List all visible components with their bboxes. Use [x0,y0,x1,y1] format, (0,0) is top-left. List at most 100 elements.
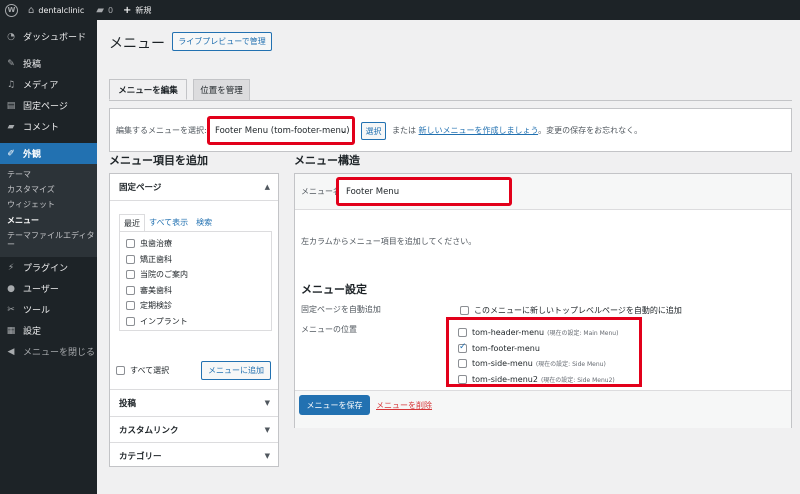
site-name-link[interactable]: ⌂ dentalclinic [28,5,84,16]
location-row-side-menu2[interactable]: tom-side-menu2 (現在の設定: Side Menu2) [458,372,639,388]
menu-structure-panel: メニュー名 Footer Menu 左カラムからメニュー項目を追加してください。… [294,173,792,428]
list-item[interactable]: 審美歯科 [126,283,271,299]
sidebar-item-comments[interactable]: ▰ コメント [0,116,97,137]
triangle-down-icon: ▼ [264,425,270,434]
new-label: 新規 [135,5,152,15]
pages-accordion-header[interactable]: 固定ページ ▲ [110,174,278,200]
location-row-side-menu[interactable]: tom-side-menu (現在の設定: Side Menu) [458,356,639,372]
chevron-down-icon: ⌄ [340,126,347,135]
sidebar-item-appearance[interactable]: ✐ 外観 [0,143,97,164]
sidebar-item-pages[interactable]: ▤ 固定ページ [0,95,97,116]
main-content: メニュー ライブプレビューで管理 メニューを編集 位置を管理 編集するメニューを… [97,20,800,494]
auto-add-label: 固定ページを自動追加 [301,305,381,314]
menu-locations-group: tom-header-menu (現在の設定: Main Menu) tom-f… [446,317,642,387]
new-content-link[interactable]: + 新規 [123,5,151,16]
subtab-search[interactable]: 検索 [192,214,216,232]
menu-select-bar: 編集するメニューを選択: Footer Menu (tom-footer-men… [109,108,792,152]
submenu-item-menus[interactable]: メニュー [0,213,97,228]
wordpress-logo-icon[interactable]: W [5,3,18,17]
menu-settings-title: メニュー設定 [301,283,367,296]
submenu-item-widgets[interactable]: ウィジェット [0,197,97,212]
sidebar-item-plugins[interactable]: ⚡ プラグイン [0,257,97,278]
list-item[interactable]: 虫歯治療 [126,236,271,252]
select-all-row[interactable]: すべて選択 [116,363,169,379]
settings-icon: ▦ [6,325,16,336]
add-items-hint: 左カラムからメニュー項目を追加してください。 [301,237,477,246]
sidebar-item-settings[interactable]: ▦ 設定 [0,320,97,341]
plus-icon: + [123,4,132,16]
create-menu-text: または 新しいメニューを作成しましょう。変更の保存をお忘れなく。 [392,126,643,135]
menu-name-label: メニュー名 [301,187,341,196]
submenu-item-customize[interactable]: カスタマイズ [0,182,97,197]
dashboard-icon: ◔ [7,31,15,42]
appearance-submenu: テーマ カスタマイズ ウィジェット メニュー テーマファイルエディター [0,164,97,258]
menu-name-input[interactable]: Footer Menu [336,177,512,206]
delete-menu-link[interactable]: メニューを削除 [376,400,432,411]
menu-structure-title: メニュー構造 [294,154,360,167]
sidebar-item-media[interactable]: ♫ メディア [0,74,97,95]
sidebar-item-posts[interactable]: ✎ 投稿 [0,53,97,74]
live-preview-button[interactable]: ライブプレビューで管理 [172,32,272,51]
location-row-footer-menu[interactable]: tom-footer-menu [458,341,639,357]
list-item[interactable]: 当院のご案内 [126,267,271,283]
admin-sidebar: ◔ ダッシュボード ✎ 投稿 ♫ メディア ▤ 固定ページ ▰ コメント ✐ 外… [0,20,97,494]
comment-bubble-icon: ▰ [96,4,104,16]
submenu-item-themes[interactable]: テーマ [0,167,97,182]
sidebar-collapse-button[interactable]: ◀ メニューを閉じる [0,341,97,362]
menu-select-dropdown[interactable]: Footer Menu (tom-footer-menu) ⌄ [207,116,355,145]
checkbox[interactable] [458,359,467,369]
comment-icon: ▰ [7,121,15,132]
location-row-header-menu[interactable]: tom-header-menu (現在の設定: Main Menu) [458,325,639,341]
menu-locations-label: メニューの位置 [301,325,357,334]
checkbox[interactable] [126,301,135,311]
checkbox[interactable] [458,328,467,338]
paintbrush-icon: ✐ [7,148,15,159]
home-icon: ⌂ [28,4,35,16]
tabs-divider [109,100,792,101]
checkbox[interactable] [126,316,135,326]
checkbox[interactable] [126,285,135,295]
add-to-menu-button[interactable]: メニューに追加 [201,361,271,380]
triangle-down-icon: ▼ [264,451,270,460]
list-item[interactable]: 矯正歯科 [126,252,271,268]
page-title: メニュー [109,36,165,52]
checkbox-checked[interactable] [458,342,467,353]
page-icon: ▤ [6,100,16,111]
divider [110,200,278,201]
plugin-icon: ⚡ [7,262,15,273]
posts-accordion-header[interactable]: 投稿 ▼ [110,389,278,415]
admin-bar: W ⌂ dentalclinic ▰ 0 + 新規 [0,0,800,20]
list-item[interactable]: インプラント [126,314,271,330]
save-menu-button[interactable]: メニューを保存 [299,395,370,415]
checkbox[interactable] [126,254,135,264]
sidebar-item-tools[interactable]: ✂ ツール [0,299,97,320]
auto-add-checkbox[interactable] [460,306,469,316]
pages-subtabs: 最近 すべて表示 検索 [119,214,216,232]
collapse-arrow-icon: ◀ [7,346,15,357]
tab-edit-menus[interactable]: メニューを編集 [109,79,187,100]
custom-links-accordion-header[interactable]: カスタムリンク ▼ [110,416,278,442]
sidebar-item-users[interactable]: ● ユーザー [0,278,97,299]
checkbox[interactable] [458,374,467,384]
select-button[interactable]: 選択 [361,122,386,140]
comments-link[interactable]: ▰ 0 [96,5,113,16]
submenu-item-theme-editor[interactable]: テーマファイルエディター [0,228,97,252]
categories-accordion-header[interactable]: カテゴリー ▼ [110,442,278,468]
checkbox[interactable] [126,239,135,249]
select-menu-label: 編集するメニューを選択: [116,126,207,135]
list-item[interactable]: 定期検診 [126,298,271,314]
create-new-menu-link[interactable]: 新しいメニューを作成しましょう [419,126,539,135]
subtab-recent[interactable]: 最近 [119,214,145,232]
add-items-panel: 固定ページ ▲ 最近 すべて表示 検索 虫歯治療 矯正歯科 当院のご案内 審美歯… [109,173,279,467]
comments-count: 0 [107,5,114,15]
subtab-view-all[interactable]: すべて表示 [145,214,192,232]
add-menu-items-title: メニュー項目を追加 [109,154,208,167]
sidebar-item-dashboard[interactable]: ◔ ダッシュボード [0,26,97,47]
triangle-up-icon: ▲ [264,183,270,191]
triangle-down-icon: ▼ [264,398,270,407]
tab-manage-locations[interactable]: 位置を管理 [193,79,250,100]
select-all-checkbox[interactable] [116,366,125,376]
media-icon: ♫ [6,79,16,90]
pages-checklist: 虫歯治療 矯正歯科 当院のご案内 審美歯科 定期検診 インプラント [119,231,272,331]
checkbox[interactable] [126,270,135,280]
